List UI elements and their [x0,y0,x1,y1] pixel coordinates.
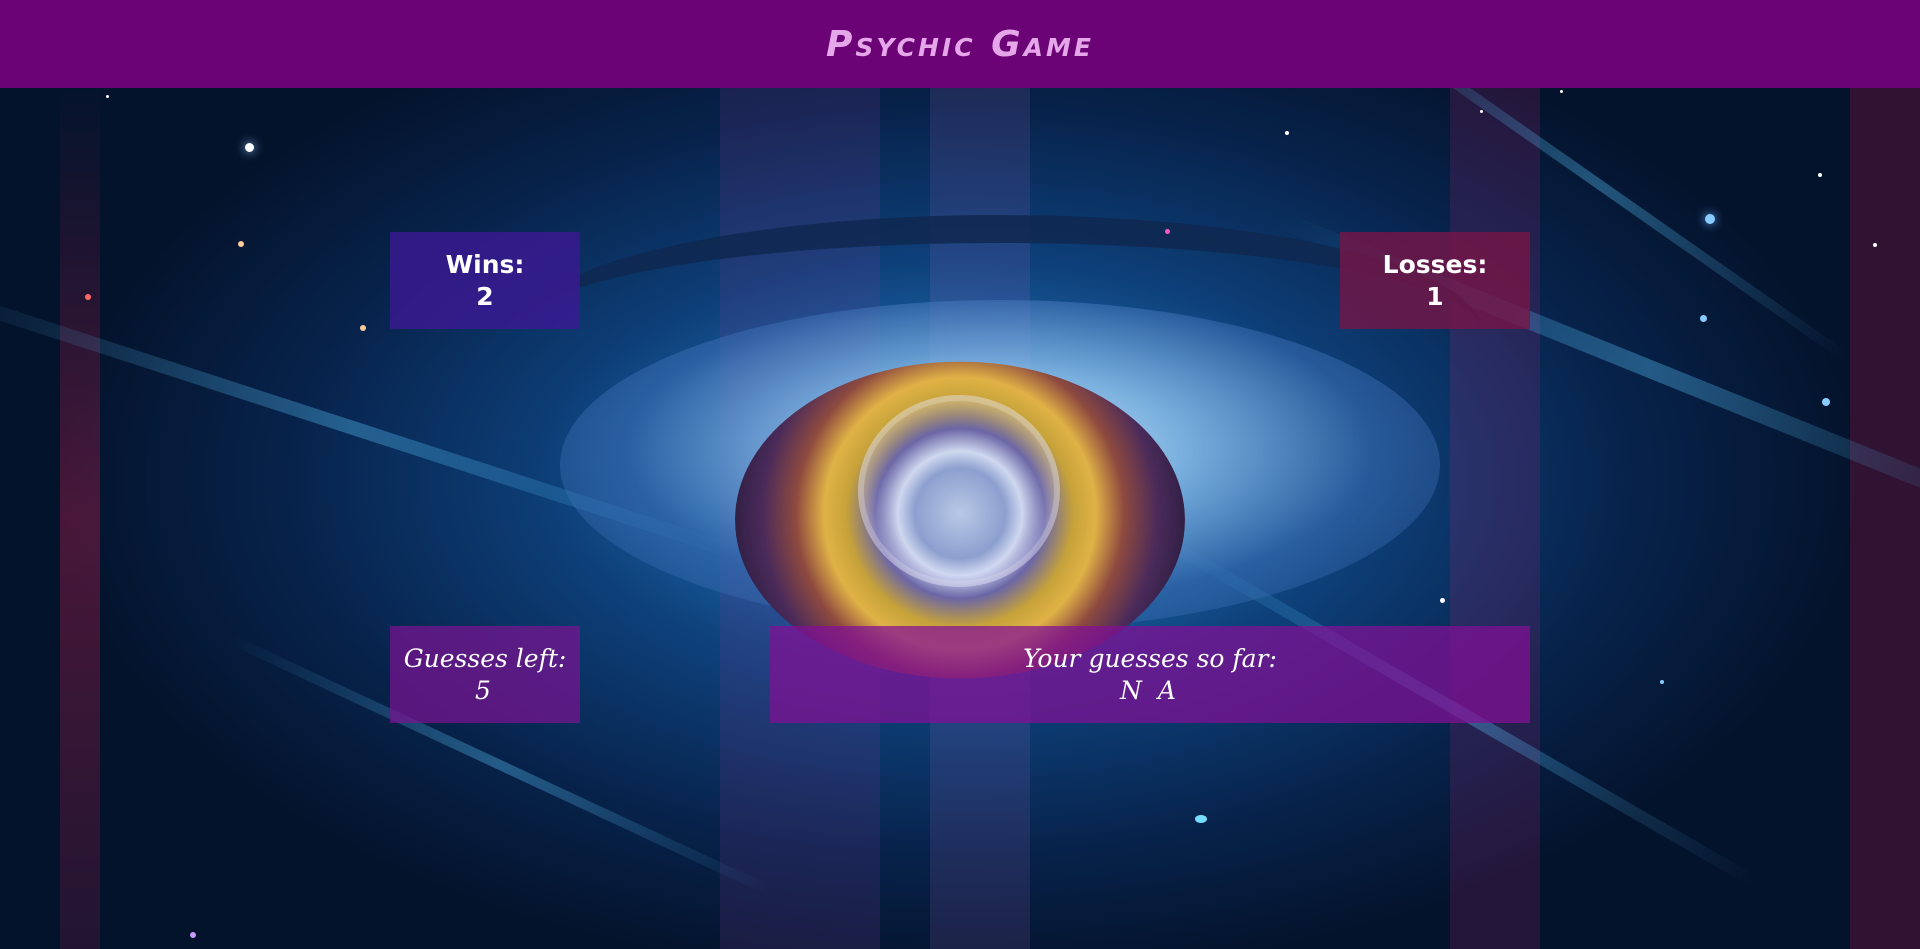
star [1822,398,1830,406]
header-bar: Psychic Game [0,0,1920,88]
cosmic-eye-background [0,0,1920,949]
star [1660,680,1664,684]
star [1480,110,1483,113]
wins-value: 2 [476,281,494,311]
guesses-so-far-value: N A [1120,675,1180,705]
background-band [60,88,100,949]
star [360,325,366,331]
losses-value: 1 [1426,281,1444,311]
background-band [1450,88,1540,949]
star [1440,598,1445,603]
star [1873,243,1877,247]
guesses-left-label: Guesses left: [403,644,567,674]
star [1705,214,1715,224]
guesses-so-far-label: Your guesses so far: [1023,644,1277,674]
star [238,241,244,247]
page-title: Psychic Game [826,23,1094,65]
guesses-left-panel: Guesses left: 5 [390,626,580,723]
eye-pupil-ring [858,395,1060,587]
losses-label: Losses: [1382,250,1488,280]
star [1560,90,1563,93]
guesses-so-far-panel: Your guesses so far: N A [770,626,1530,723]
star [1195,815,1207,823]
star [106,95,109,98]
star [1818,173,1822,177]
background-band [1850,88,1920,949]
wins-label: Wins: [445,250,525,280]
guesses-left-value: 5 [475,675,495,705]
star [190,932,196,938]
star [1165,229,1170,234]
losses-panel: Losses: 1 [1340,232,1530,329]
star [1700,315,1707,322]
wins-panel: Wins: 2 [390,232,580,329]
star [1285,131,1289,135]
star [245,143,254,152]
star [85,294,91,300]
